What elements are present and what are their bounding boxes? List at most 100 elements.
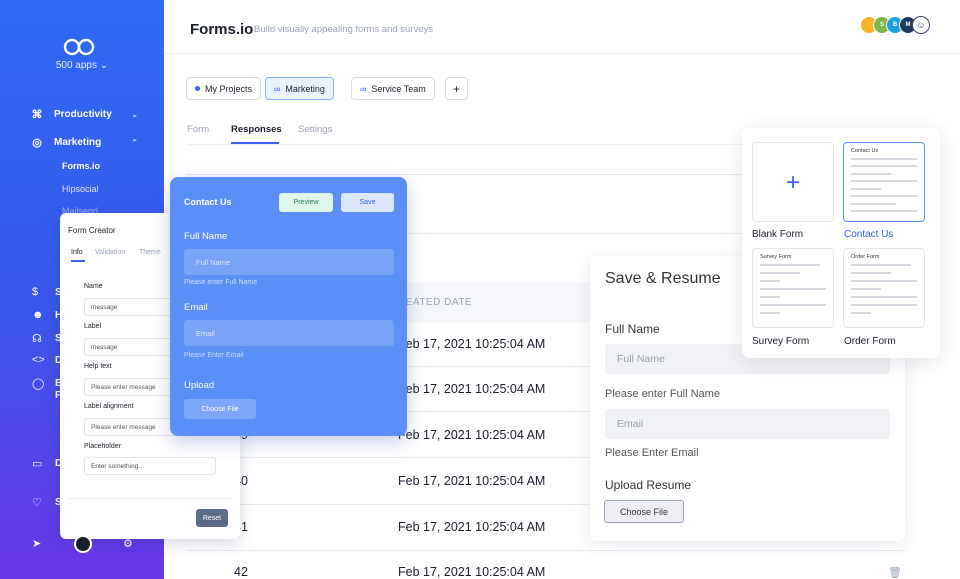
table-cell-date: Feb 17, 2021 10:25:04 AM bbox=[398, 428, 546, 442]
thumb-line bbox=[851, 158, 917, 160]
thumb-line bbox=[851, 210, 917, 212]
template-blank-form[interactable]: + bbox=[752, 142, 834, 222]
field-label: Placeholder bbox=[84, 443, 121, 450]
table-cell-date: Feb 17, 2021 10:25:04 AM bbox=[398, 382, 546, 396]
active-tab-indicator bbox=[231, 142, 279, 144]
sidebar-subitem-formsio[interactable]: Forms.io bbox=[62, 161, 100, 171]
thumb-line bbox=[760, 304, 826, 306]
thumb-line bbox=[760, 296, 780, 298]
field-label: Email bbox=[184, 302, 208, 313]
table-cell-date: Feb 17, 2021 10:25:04 AM bbox=[398, 520, 546, 534]
chevron-up-icon: ⌃ bbox=[131, 137, 138, 147]
add-user-icon[interactable]: ☺ bbox=[912, 16, 930, 34]
tab-form[interactable]: Form bbox=[187, 124, 209, 135]
field-label: Upload bbox=[184, 380, 215, 391]
placeholder-field[interactable]: Enter something.. bbox=[84, 457, 216, 475]
template-label: Blank Form bbox=[752, 229, 804, 240]
chip-label: Marketing bbox=[285, 83, 325, 94]
infinity-logo-icon[interactable] bbox=[63, 37, 95, 57]
shield-icon[interactable]: ◯ bbox=[32, 377, 44, 390]
sidebar-item-label: Productivity bbox=[54, 108, 112, 120]
apps-switcher[interactable]: 500 apps ⌄ bbox=[0, 60, 164, 71]
project-chip-marketing[interactable]: ∞ Marketing bbox=[265, 77, 334, 100]
save-button[interactable]: Save bbox=[341, 193, 394, 212]
table-divider bbox=[186, 550, 906, 551]
tab-settings[interactable]: Settings bbox=[298, 124, 332, 135]
sidebar-item-productivity[interactable]: ⌘ Productivity ⌄ bbox=[30, 107, 150, 121]
avatar-group[interactable]: S B M ☺ bbox=[860, 16, 930, 34]
rocket-icon[interactable]: ➤ bbox=[32, 537, 41, 550]
template-thumb-title: Contact Us bbox=[851, 148, 879, 154]
full-name-field[interactable]: Full Name bbox=[184, 249, 394, 275]
thumb-line bbox=[851, 264, 911, 266]
tab-responses[interactable]: Responses bbox=[231, 124, 282, 135]
thumb-line bbox=[760, 280, 780, 282]
field-label: Help text bbox=[84, 363, 112, 370]
sidebar-subitem-hipsocial[interactable]: Hipsocial bbox=[62, 184, 99, 194]
field-label: Full Name bbox=[605, 322, 660, 336]
tab-theme[interactable]: Theme bbox=[139, 249, 161, 256]
user-icon[interactable]: ☻ bbox=[32, 309, 44, 321]
thumb-line bbox=[851, 173, 891, 175]
thumb-line bbox=[851, 288, 881, 290]
link-icon: ∞ bbox=[274, 83, 281, 94]
template-survey-form[interactable]: Survey Form bbox=[752, 248, 834, 328]
template-picker: + Blank Form Contact Us Contact Us Surve… bbox=[742, 128, 940, 358]
apps-label: 500 apps bbox=[55, 60, 97, 71]
tab-validation[interactable]: Validation bbox=[95, 249, 125, 256]
trash-icon[interactable]: 🗑 bbox=[888, 566, 902, 579]
panel-title: Form Creator bbox=[68, 226, 116, 235]
thumb-line bbox=[760, 272, 800, 274]
column-header-created-date[interactable]: REATED DATE bbox=[398, 297, 472, 308]
thumb-line bbox=[851, 180, 917, 182]
form-title: Contact Us bbox=[184, 197, 232, 207]
thumb-line bbox=[851, 188, 881, 190]
chip-label: Service Team bbox=[371, 83, 426, 94]
sidebar-item-marketing[interactable]: ◎ Marketing ⌃ bbox=[30, 135, 150, 149]
choose-file-button[interactable]: Choose File bbox=[604, 500, 684, 523]
avatar[interactable] bbox=[74, 535, 92, 553]
template-label: Survey Form bbox=[752, 336, 810, 347]
target-icon: ◎ bbox=[32, 136, 42, 149]
app-subtitle: Build visually appealing forms and surve… bbox=[254, 24, 434, 35]
thumb-line bbox=[851, 304, 917, 306]
thumb-line bbox=[760, 264, 820, 266]
reset-button[interactable]: Reset bbox=[196, 509, 228, 527]
chevron-down-icon: ⌄ bbox=[131, 109, 138, 119]
template-contact-us[interactable]: Contact Us bbox=[843, 142, 925, 222]
template-label: Contact Us bbox=[844, 229, 894, 240]
dot-icon bbox=[195, 86, 200, 91]
app-title: Forms.io bbox=[190, 21, 254, 38]
thumb-line bbox=[760, 312, 780, 314]
dollar-icon[interactable]: $ bbox=[32, 286, 38, 298]
thumb-line bbox=[851, 203, 896, 205]
active-tab-indicator bbox=[71, 260, 85, 262]
template-order-form[interactable]: Order Form bbox=[843, 248, 925, 328]
sidebar-item-label: Marketing bbox=[54, 136, 102, 148]
plus-icon: + bbox=[785, 169, 800, 196]
monitor-icon[interactable]: ▭ bbox=[32, 457, 42, 470]
table-cell-id: 42 bbox=[234, 565, 248, 579]
field-hint: Please enter Full Name bbox=[605, 388, 720, 400]
tab-info[interactable]: Info bbox=[71, 249, 83, 256]
add-project-button[interactable]: + bbox=[445, 77, 468, 100]
thumb-line bbox=[851, 280, 917, 282]
project-chip-my-projects[interactable]: My Projects bbox=[186, 77, 262, 100]
headset-icon[interactable]: ☊ bbox=[32, 332, 42, 345]
contact-form-preview: Contact Us Preview Save Full Name Full N… bbox=[170, 177, 407, 436]
field-hint: Please Enter Email bbox=[184, 352, 244, 359]
thumb-line bbox=[760, 288, 826, 290]
choose-file-button[interactable]: Choose File bbox=[184, 399, 256, 419]
email-field[interactable]: Email bbox=[605, 409, 890, 439]
field-label: Label bbox=[84, 323, 102, 330]
command-icon: ⌘ bbox=[31, 108, 43, 121]
preview-button[interactable]: Preview bbox=[279, 193, 333, 212]
code-icon[interactable]: <> bbox=[32, 354, 45, 366]
email-field[interactable]: Email bbox=[184, 320, 394, 346]
chevron-down-icon: ⌄ bbox=[99, 60, 109, 71]
divider bbox=[68, 498, 232, 499]
table-cell-date: Feb 17, 2021 10:25:04 AM bbox=[398, 474, 546, 488]
chip-label: My Projects bbox=[205, 83, 253, 94]
project-chip-service-team[interactable]: ∞ Service Team bbox=[351, 77, 435, 100]
heart-icon[interactable]: ♡ bbox=[32, 496, 42, 509]
